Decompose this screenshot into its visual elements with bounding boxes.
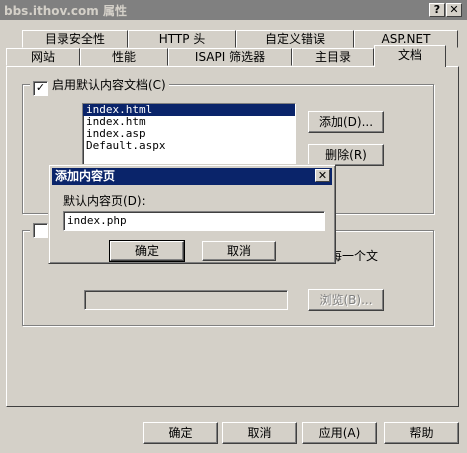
window-title: bbs.ithov.com 属性 xyxy=(4,4,127,18)
add-content-page-dialog: 添加内容页 ✕ 默认内容页(D): index.php 确定 取消 xyxy=(48,164,336,264)
dialog-cancel-button[interactable]: 取消 xyxy=(202,241,276,261)
footer-path-input[interactable] xyxy=(84,290,288,310)
help-button[interactable]: 帮助 xyxy=(384,422,459,444)
default-page-input[interactable]: index.php xyxy=(63,211,325,231)
tab-custom-errors[interactable]: 自定义错误 xyxy=(236,30,354,48)
default-page-label: 默认内容页(D): xyxy=(63,194,146,208)
list-item[interactable]: Default.aspx xyxy=(83,140,295,152)
tab-home-directory[interactable]: 主目录 xyxy=(292,48,374,66)
browse-button[interactable]: 浏览(B)... xyxy=(308,289,384,311)
ok-button[interactable]: 确定 xyxy=(143,422,218,444)
footer-description-text: 每一个文 xyxy=(330,249,379,263)
dialog-ok-button[interactable]: 确定 xyxy=(109,240,185,262)
tab-http-headers[interactable]: HTTP 头 xyxy=(128,30,236,48)
default-doc-listbox[interactable]: index.html index.htm index.asp Default.a… xyxy=(82,103,296,165)
tab-documents[interactable]: 文档 xyxy=(374,45,446,67)
title-bar: bbs.ithov.com 属性 ? ✕ xyxy=(0,0,467,20)
enable-footer-checkbox[interactable] xyxy=(33,223,48,238)
enable-default-doc-label: 启用默认内容文档(C) xyxy=(52,78,166,92)
tab-website[interactable]: 网站 xyxy=(6,48,80,66)
tab-directory-security[interactable]: 目录安全性 xyxy=(22,30,128,48)
close-title-button[interactable]: ✕ xyxy=(446,3,462,17)
tab-performance[interactable]: 性能 xyxy=(80,48,168,66)
dialog-close-button[interactable]: ✕ xyxy=(315,169,330,182)
default-document-legend: ✓ 启用默认内容文档(C) xyxy=(30,77,169,96)
help-title-button[interactable]: ? xyxy=(429,3,445,17)
cancel-button[interactable]: 取消 xyxy=(222,422,297,444)
remove-button[interactable]: 删除(R) xyxy=(308,144,384,166)
tab-isapi-filters[interactable]: ISAPI 筛选器 xyxy=(168,48,292,66)
add-button[interactable]: 添加(D)... xyxy=(308,111,384,133)
apply-button[interactable]: 应用(A) xyxy=(302,422,377,444)
dialog-title-bar: 添加内容页 xyxy=(52,168,332,185)
enable-default-doc-checkbox[interactable]: ✓ xyxy=(33,81,48,96)
dialog-title: 添加内容页 xyxy=(55,169,116,183)
